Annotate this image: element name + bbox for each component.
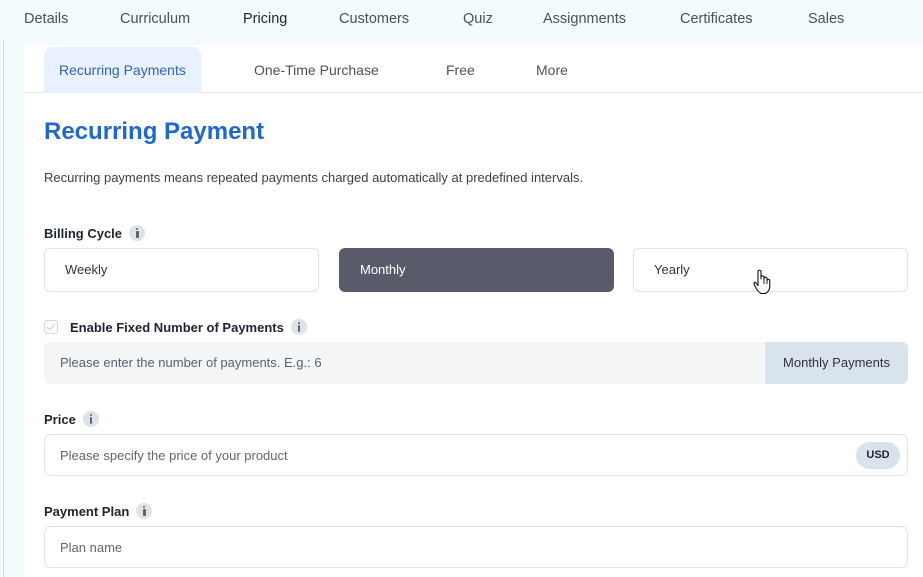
tab-sales[interactable]: Sales <box>808 11 844 27</box>
billing-cycle-label: Billing Cycle <box>44 225 146 241</box>
info-icon[interactable] <box>82 411 99 427</box>
section-description: Recurring payments means repeated paymen… <box>44 170 584 185</box>
enable-fixed-payments-checkbox[interactable] <box>44 320 58 334</box>
tab-quiz[interactable]: Quiz <box>463 11 493 27</box>
tab-assignments[interactable]: Assignments <box>543 11 626 27</box>
pricing-type-tabs: Recurring Payments One-Time Purchase Fre… <box>24 45 923 93</box>
tab-free[interactable]: Free <box>446 47 475 93</box>
tab-certificates[interactable]: Certificates <box>680 11 753 27</box>
billing-cycle-monthly-button[interactable]: Monthly <box>339 248 614 292</box>
hand-pointer-cursor-icon <box>753 269 771 295</box>
pricing-panel: Recurring Payments One-Time Purchase Fre… <box>24 45 923 577</box>
price-input[interactable]: Please specify the price of your product… <box>44 434 908 476</box>
price-placeholder: Please specify the price of your product <box>60 448 288 463</box>
billing-cycle-weekly-button[interactable]: Weekly <box>44 248 319 292</box>
monthly-payments-addon: Monthly Payments <box>765 342 908 384</box>
fixed-payments-label: Enable Fixed Number of Payments <box>70 319 307 335</box>
tab-details[interactable]: Details <box>24 11 68 27</box>
info-icon[interactable] <box>129 225 146 241</box>
billing-cycle-label-text: Billing Cycle <box>44 225 123 241</box>
section-title: Recurring Payment <box>44 118 265 145</box>
price-label: Price <box>44 411 99 427</box>
payment-plan-label: Payment Plan <box>44 503 153 519</box>
left-divider <box>3 0 4 577</box>
payment-plan-label-text: Payment Plan <box>44 503 130 519</box>
course-nav-tabs: Details Curriculum Pricing Customers Qui… <box>0 0 923 40</box>
tab-customers[interactable]: Customers <box>339 11 409 27</box>
tab-curriculum[interactable]: Curriculum <box>120 11 190 27</box>
info-icon[interactable] <box>136 503 153 519</box>
plan-name-placeholder: Plan name <box>60 540 123 555</box>
tab-more[interactable]: More <box>536 47 568 93</box>
info-icon[interactable] <box>290 319 307 335</box>
tab-pricing[interactable]: Pricing <box>243 11 287 27</box>
number-of-payments-input[interactable]: Please enter the number of payments. E.g… <box>44 342 908 384</box>
number-of-payments-placeholder: Please enter the number of payments. E.g… <box>60 355 322 370</box>
tab-recurring-payments[interactable]: Recurring Payments <box>44 47 201 93</box>
currency-badge[interactable]: USD <box>856 442 900 469</box>
price-label-text: Price <box>44 411 76 427</box>
fixed-payments-label-text: Enable Fixed Number of Payments <box>70 319 284 335</box>
tab-one-time-purchase[interactable]: One-Time Purchase <box>254 47 379 93</box>
plan-name-input[interactable]: Plan name <box>44 526 908 568</box>
